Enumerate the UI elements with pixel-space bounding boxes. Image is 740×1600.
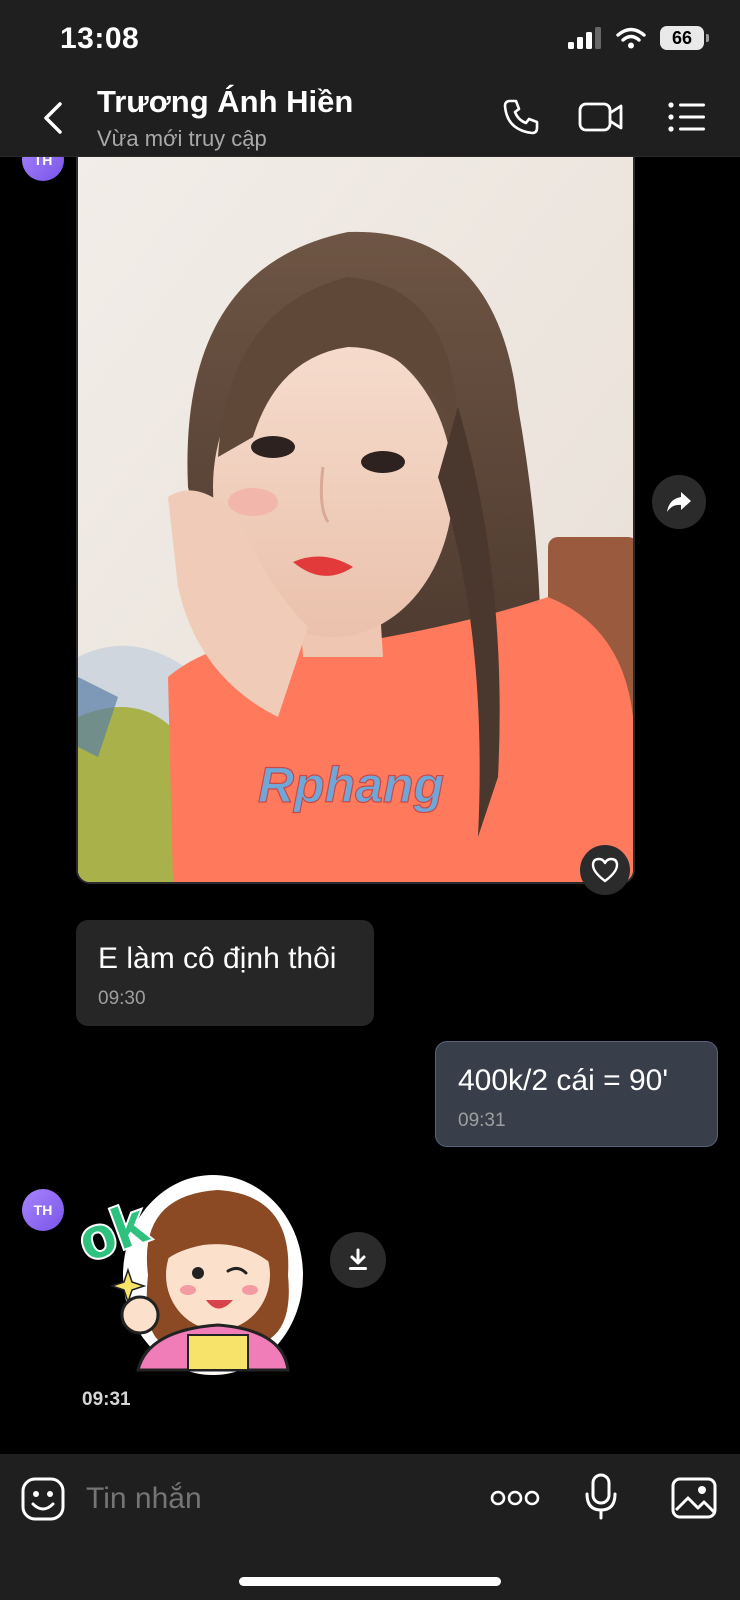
message-input[interactable] bbox=[84, 1476, 448, 1522]
microphone-icon bbox=[585, 1473, 617, 1520]
message-time: 09:31 bbox=[458, 1110, 506, 1131]
cellular-signal-icon bbox=[568, 27, 601, 49]
message-text: 400k/2 cái = 90' bbox=[458, 1064, 669, 1097]
more-options-icon bbox=[490, 1490, 540, 1506]
image-gallery-icon bbox=[671, 1477, 717, 1519]
battery-icon: 66 bbox=[660, 26, 709, 50]
received-message-bubble[interactable]: E làm cô định thôi 09:30 bbox=[76, 920, 374, 1026]
sticker-message[interactable]: ok bbox=[68, 1165, 308, 1385]
menu-button[interactable] bbox=[662, 94, 712, 140]
avatar[interactable]: TH bbox=[22, 1189, 64, 1231]
avatar[interactable]: TH bbox=[22, 157, 64, 181]
share-forward-icon bbox=[667, 492, 691, 512]
voice-message-button[interactable] bbox=[584, 1472, 618, 1527]
sticker-emoji-icon bbox=[21, 1477, 65, 1521]
message-text: E làm cô định thôi bbox=[98, 942, 337, 975]
message-time: 09:30 bbox=[98, 988, 146, 1009]
wifi-icon bbox=[616, 27, 646, 49]
back-icon bbox=[44, 102, 62, 134]
video-call-button[interactable] bbox=[576, 94, 626, 140]
home-indicator[interactable] bbox=[239, 1577, 501, 1586]
chat-header: Trương Ánh Hiền Vừa mới truy cập bbox=[0, 80, 740, 157]
video-call-icon bbox=[578, 102, 623, 132]
contact-name[interactable]: Trương Ánh Hiền bbox=[97, 84, 353, 120]
battery-level: 66 bbox=[671, 27, 693, 48]
status-icons: 66 bbox=[568, 26, 709, 50]
ok-girl-sticker: ok bbox=[68, 1175, 303, 1375]
forward-button[interactable] bbox=[652, 475, 706, 529]
heart-icon bbox=[591, 857, 619, 883]
sent-message-bubble[interactable]: 400k/2 cái = 90' 09:31 bbox=[435, 1041, 718, 1147]
download-icon bbox=[349, 1248, 367, 1270]
photo-watermark: Rphang bbox=[258, 757, 444, 813]
avatar-initials: TH bbox=[33, 1202, 53, 1218]
more-options-button[interactable] bbox=[490, 1488, 540, 1513]
avatar-initials: TH bbox=[33, 157, 53, 168]
selfie-photo: Rphang bbox=[78, 157, 633, 882]
sticker-time: 09:31 bbox=[82, 1389, 131, 1410]
status-bar: 13:08 66 bbox=[0, 0, 740, 80]
image-picker-button[interactable] bbox=[670, 1476, 718, 1525]
download-button[interactable] bbox=[330, 1232, 386, 1288]
phone-icon bbox=[503, 99, 539, 135]
status-time: 13:08 bbox=[60, 22, 140, 55]
back-button[interactable] bbox=[36, 98, 70, 138]
chat-message-list[interactable]: TH Rphang E làm cô định thôi 09:30 400k/… bbox=[0, 157, 740, 1454]
sticker-button[interactable] bbox=[20, 1476, 66, 1527]
contact-status: Vừa mới truy cập bbox=[97, 126, 267, 151]
react-heart-button[interactable] bbox=[580, 845, 630, 895]
photo-message[interactable]: Rphang bbox=[76, 157, 635, 884]
menu-list-icon bbox=[668, 102, 705, 132]
voice-call-button[interactable] bbox=[496, 94, 546, 140]
